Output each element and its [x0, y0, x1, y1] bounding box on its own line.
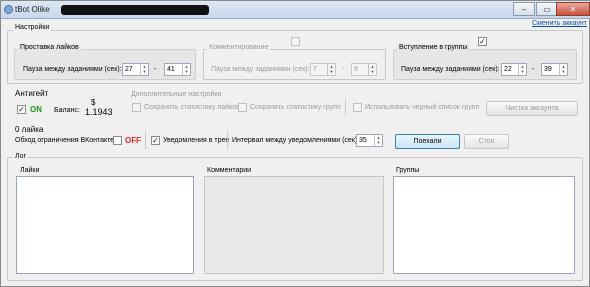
start-button[interactable]: Поехали: [395, 134, 460, 149]
blacklist-checkbox[interactable]: [353, 103, 362, 112]
comments-dash: -: [342, 66, 345, 73]
groups-dash: -: [532, 66, 535, 73]
comments-pause-from-value: 7: [313, 66, 317, 73]
likes-pause-from-value: 27: [125, 66, 133, 73]
spin-arrows-icon[interactable]: ▲ ▼: [182, 64, 190, 75]
spin-arrows-icon[interactable]: ▲ ▼: [559, 64, 567, 75]
settings-group-label: Настройки: [13, 24, 52, 31]
comments-pause-to-input[interactable]: 9 ▲ ▼: [351, 63, 377, 76]
groups-log-label: Группы: [396, 167, 420, 174]
divider: [145, 131, 146, 149]
groups-pause-from-value: 22: [504, 66, 512, 73]
title-bar[interactable]: tBot Olike – ▭ ✕: [1, 1, 590, 19]
comments-group-label: Комментирование: [207, 44, 271, 51]
likes-pause-label: Пауза между заданиями (сек):: [23, 66, 122, 73]
bypass-checkbox[interactable]: [113, 136, 122, 145]
save-groups-checkbox[interactable]: [238, 103, 247, 112]
interval-input[interactable]: 35 ▲ ▼: [356, 134, 383, 147]
groups-log-list[interactable]: [393, 176, 575, 274]
tray-notifications-checkbox[interactable]: ✓: [151, 136, 160, 145]
extra-settings-label: Дополнительные настройки: [131, 91, 222, 98]
antigate-on-label: ON: [30, 105, 42, 114]
spin-arrows-icon[interactable]: ▲ ▼: [327, 64, 335, 75]
likes-count-label: 0 лайка: [15, 125, 44, 134]
divider: [227, 131, 228, 149]
likes-dash: -: [154, 66, 157, 73]
likes-pause-to-value: 41: [167, 66, 175, 73]
comments-pause-from-input[interactable]: 7 ▲ ▼: [310, 63, 336, 76]
likes-group-label: Проставка лайков: [18, 44, 81, 51]
groups-pause-from-input[interactable]: 22 ▲ ▼: [501, 63, 527, 76]
likes-pause-from-input[interactable]: 27 ▲ ▼: [122, 63, 149, 76]
groups-pause-to-input[interactable]: 39 ▲ ▼: [541, 63, 568, 76]
main-window: tBot Olike – ▭ ✕ Сменить аккаунт Настрой…: [0, 0, 590, 287]
spin-arrows-icon[interactable]: ▲ ▼: [518, 64, 526, 75]
likes-pause-to-input[interactable]: 41 ▲ ▼: [164, 63, 191, 76]
save-likes-label: Сохранять статистику лайков: [144, 104, 240, 111]
groups-pause-to-value: 39: [544, 66, 552, 73]
save-likes-checkbox[interactable]: [132, 103, 141, 112]
log-group-label: Лог: [13, 153, 29, 160]
comments-pause-label: Пауза между заданиями (сек):: [211, 66, 310, 73]
redacted-title-text: [61, 5, 209, 15]
blacklist-label: Использовать черный список групп: [365, 104, 480, 111]
comments-enable-checkbox[interactable]: [291, 37, 300, 46]
balance-label: Баланс:: [54, 107, 80, 114]
comments-pause-to-value: 9: [354, 66, 358, 73]
divider: [345, 99, 346, 115]
spin-arrows-icon[interactable]: ▲ ▼: [140, 64, 148, 75]
balance-value: 1.1943: [85, 107, 113, 117]
spin-arrows-icon[interactable]: ▲ ▼: [374, 135, 382, 146]
groups-pause-label: Пауза между заданиями (сек):: [401, 66, 500, 73]
bypass-label: Обход ограничения ВКонтакте: [15, 137, 115, 144]
likes-log-label: Лайки: [20, 167, 40, 174]
stop-button[interactable]: Стоп: [464, 134, 509, 149]
groups-enable-checkbox[interactable]: ✓: [478, 37, 487, 46]
window-title: tBot Olike: [15, 5, 50, 14]
balance-currency: $: [91, 98, 96, 107]
minimize-button[interactable]: –: [513, 2, 535, 16]
tray-notifications-label: Уведомления в трее: [163, 137, 230, 144]
close-button[interactable]: ✕: [556, 2, 590, 16]
interval-label: Интервал между уведомлениями (сек):: [232, 137, 360, 144]
maximize-button[interactable]: ▭: [536, 2, 558, 16]
change-account-link[interactable]: Сменить аккаунт: [532, 20, 587, 27]
spin-arrows-icon[interactable]: ▲ ▼: [368, 64, 376, 75]
clean-account-button[interactable]: Чистка аккаунта: [486, 101, 578, 116]
interval-value: 35: [359, 137, 367, 144]
comments-log-label: Комментарии: [207, 167, 252, 174]
antigate-checkbox[interactable]: ✓: [17, 105, 26, 114]
antigate-label: Антигейт: [15, 89, 49, 98]
comments-log-list[interactable]: [204, 176, 384, 274]
groups-group-label: Вступление в группы: [397, 44, 470, 51]
app-icon: [4, 5, 13, 14]
save-groups-label: Сохранять статистику групп: [250, 104, 341, 111]
likes-log-list[interactable]: [16, 176, 194, 274]
bypass-off-label: OFF: [125, 136, 141, 145]
